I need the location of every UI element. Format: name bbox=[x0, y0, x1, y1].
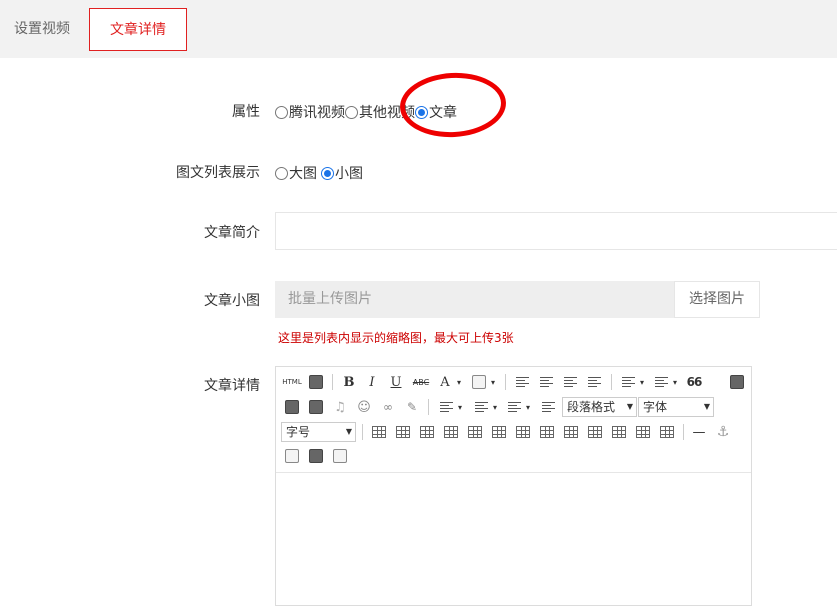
toolbar-divider bbox=[428, 399, 429, 415]
row-spacing-icon[interactable] bbox=[505, 398, 523, 416]
tab-set-video[interactable]: 设置视频 bbox=[0, 8, 84, 51]
paragraph-format-select[interactable]: 段落格式 ▼ bbox=[562, 397, 637, 417]
delete-table-icon[interactable] bbox=[394, 423, 412, 441]
highlight-icon[interactable] bbox=[470, 373, 488, 391]
radio-tencent-video[interactable]: 腾讯视频 bbox=[275, 102, 345, 122]
eraser-icon[interactable]: ✎ bbox=[403, 398, 421, 416]
radio-small-image[interactable]: 小图 bbox=[321, 163, 363, 183]
font-family-select[interactable]: 字体 ▼ bbox=[638, 397, 714, 417]
chevron-down-icon[interactable]: ▾ bbox=[638, 373, 646, 391]
toolbar-divider bbox=[332, 374, 333, 390]
chevron-down-icon: ▼ bbox=[626, 402, 633, 411]
chevron-down-icon[interactable]: ▾ bbox=[456, 398, 464, 416]
delete-col-icon[interactable] bbox=[514, 423, 532, 441]
toolbar-divider bbox=[362, 424, 363, 440]
radio-circle bbox=[275, 166, 288, 180]
insert-table-icon[interactable] bbox=[370, 423, 388, 441]
align-justify-icon[interactable] bbox=[585, 373, 603, 391]
chevron-down-icon[interactable]: ▾ bbox=[671, 373, 679, 391]
choose-image-button[interactable]: 选择图片 bbox=[674, 281, 760, 318]
underline-button[interactable]: U bbox=[387, 373, 405, 391]
bold-button[interactable]: B bbox=[340, 373, 358, 391]
insert-col-icon[interactable] bbox=[490, 423, 508, 441]
select-value: 段落格式 bbox=[567, 400, 616, 414]
insert-paragraph-icon[interactable] bbox=[418, 423, 436, 441]
chevron-down-icon[interactable]: ▾ bbox=[489, 373, 497, 391]
attr-label: 属性 bbox=[232, 104, 260, 120]
merge-cells-icon[interactable] bbox=[538, 423, 556, 441]
line-height-icon[interactable] bbox=[437, 398, 455, 416]
insert-row-icon[interactable] bbox=[442, 423, 460, 441]
align-left-icon[interactable] bbox=[513, 373, 531, 391]
indent-icon[interactable] bbox=[539, 398, 557, 416]
chevron-down-icon[interactable]: ▾ bbox=[524, 398, 532, 416]
emoji-icon[interactable]: ☺ bbox=[355, 398, 373, 416]
radio-label: 腾讯视频 bbox=[289, 105, 345, 121]
fullscreen-icon[interactable] bbox=[728, 373, 746, 391]
thumb-hint: 这里是列表内显示的缩略图，最大可上传3张 bbox=[278, 331, 514, 345]
split-cells-icon[interactable] bbox=[610, 423, 628, 441]
delete-row-icon[interactable] bbox=[466, 423, 484, 441]
select-value: 字号 bbox=[286, 425, 311, 439]
editor-content-area[interactable] bbox=[276, 474, 751, 605]
chevron-down-icon[interactable]: ▾ bbox=[455, 373, 463, 391]
link-icon[interactable]: ∞ bbox=[379, 398, 397, 416]
italic-button[interactable]: I bbox=[363, 373, 381, 391]
tab-bar: 设置视频 文章详情 bbox=[0, 0, 837, 58]
merge-right-icon[interactable] bbox=[562, 423, 580, 441]
font-size-select[interactable]: 字号 ▼ bbox=[281, 422, 356, 442]
align-right-icon[interactable] bbox=[561, 373, 579, 391]
radio-label: 大图 bbox=[289, 166, 317, 182]
radio-circle bbox=[275, 105, 288, 119]
video-icon[interactable] bbox=[307, 398, 325, 416]
align-center-icon[interactable] bbox=[537, 373, 555, 391]
split-rows-icon[interactable] bbox=[634, 423, 652, 441]
template-icon[interactable] bbox=[331, 447, 349, 465]
list-display-label: 图文列表展示 bbox=[176, 165, 260, 181]
editor-toolbar: HTML B I U ABC A ▾ ▾ ▾ ▾ 66 ♫ ☺ ∞ ✎ ▾ ▾ bbox=[276, 367, 751, 473]
batch-upload-field[interactable]: 批量上传图片 bbox=[275, 281, 675, 318]
thumb-label: 文章小图 bbox=[204, 293, 260, 309]
anchor-icon[interactable]: ⚓ bbox=[714, 423, 732, 441]
rich-text-editor: HTML B I U ABC A ▾ ▾ ▾ ▾ 66 ♫ ☺ ∞ ✎ ▾ ▾ bbox=[275, 366, 752, 606]
annotation-circle bbox=[398, 70, 508, 140]
chevron-down-icon[interactable]: ▾ bbox=[491, 398, 499, 416]
horizontal-rule-icon[interactable]: — bbox=[690, 423, 708, 441]
chevron-down-icon: ▼ bbox=[703, 402, 710, 411]
spacing-icon[interactable] bbox=[472, 398, 490, 416]
toolbar-divider bbox=[505, 374, 506, 390]
unordered-list-icon[interactable] bbox=[652, 373, 670, 391]
radio-large-image[interactable]: 大图 bbox=[275, 163, 317, 183]
chevron-down-icon: ▼ bbox=[345, 427, 352, 436]
music-icon[interactable]: ♫ bbox=[331, 398, 349, 416]
page-break-icon[interactable] bbox=[283, 447, 301, 465]
blockquote-button[interactable]: 66 bbox=[685, 373, 703, 391]
radio-circle-checked bbox=[321, 166, 334, 180]
ordered-list-icon[interactable] bbox=[619, 373, 637, 391]
intro-label: 文章简介 bbox=[204, 225, 260, 241]
radio-label: 小图 bbox=[335, 166, 363, 182]
preview-icon[interactable] bbox=[307, 373, 325, 391]
detail-label: 文章详情 bbox=[204, 378, 260, 394]
radio-circle bbox=[345, 105, 358, 119]
list-radio-group: 大图 小图 bbox=[275, 163, 363, 183]
strikethrough-button[interactable]: ABC bbox=[410, 373, 432, 391]
merge-down-icon[interactable] bbox=[586, 423, 604, 441]
font-color-button[interactable]: A bbox=[436, 373, 454, 391]
tab-article-detail[interactable]: 文章详情 bbox=[89, 8, 187, 51]
toolbar-divider bbox=[611, 374, 612, 390]
split-cols-icon[interactable] bbox=[658, 423, 676, 441]
select-value: 字体 bbox=[643, 400, 668, 414]
toolbar-divider bbox=[683, 424, 684, 440]
print-icon[interactable] bbox=[307, 447, 325, 465]
html-button[interactable]: HTML bbox=[281, 373, 303, 391]
image-icon[interactable] bbox=[283, 398, 301, 416]
intro-input[interactable] bbox=[275, 212, 837, 250]
